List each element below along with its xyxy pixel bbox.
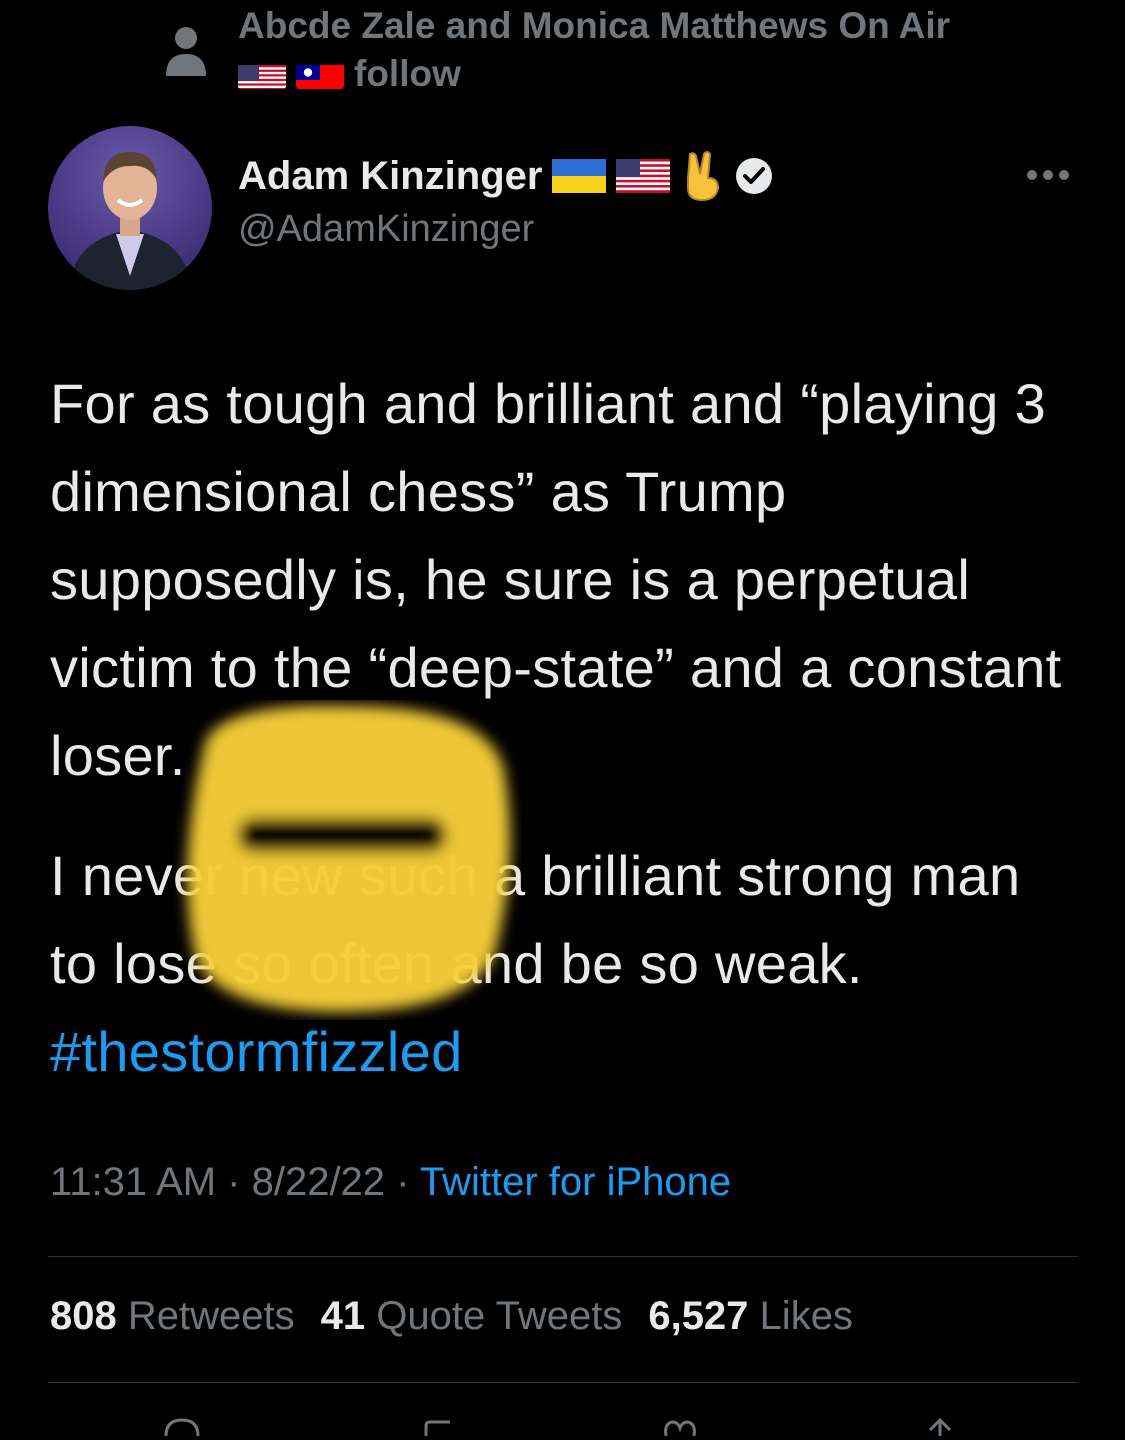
tweet-meta: 11:31 AM · 8/22/22 · Twitter for iPhone bbox=[50, 1160, 731, 1205]
retweets-count: 808 bbox=[50, 1294, 117, 1338]
hashtag-link[interactable]: #thestormfizzled bbox=[50, 1020, 463, 1083]
us-flag-icon bbox=[238, 59, 286, 89]
likes-stat[interactable]: 6,527 Likes bbox=[648, 1294, 853, 1339]
author-handle[interactable]: @AdamKinzinger bbox=[238, 208, 774, 251]
ukraine-flag-icon bbox=[552, 159, 607, 193]
tweet-text: For as tough and brilliant and “playing … bbox=[50, 360, 1070, 1096]
victory-hand-icon bbox=[687, 151, 720, 202]
tweet-paragraph-1: For as tough and brilliant and “playing … bbox=[50, 372, 1062, 787]
divider bbox=[48, 1382, 1078, 1383]
taiwan-flag-icon bbox=[296, 59, 344, 89]
retweets-stat[interactable]: 808 Retweets bbox=[50, 1294, 295, 1339]
social-context-text: Abcde Zale and Monica Matthews On Air fo… bbox=[238, 2, 1098, 98]
quote-tweets-label: Quote Tweets bbox=[376, 1294, 623, 1338]
tweet-time[interactable]: 11:31 AM bbox=[50, 1160, 216, 1204]
retweets-label: Retweets bbox=[127, 1294, 295, 1338]
meta-separator: · bbox=[385, 1160, 420, 1204]
follow-link[interactable]: follow bbox=[354, 50, 461, 98]
avatar[interactable] bbox=[48, 126, 212, 290]
likes-label: Likes bbox=[759, 1294, 853, 1338]
tweet-source-link[interactable]: Twitter for iPhone bbox=[420, 1160, 731, 1204]
tweet-author[interactable]: Adam Kinzinger @AdamKinzinger bbox=[48, 126, 1078, 292]
retweet-icon[interactable] bbox=[420, 1416, 460, 1436]
meta-separator: · bbox=[216, 1160, 252, 1204]
person-icon bbox=[166, 27, 206, 76]
verified-badge-icon bbox=[736, 158, 773, 194]
reply-icon[interactable] bbox=[162, 1416, 202, 1436]
display-name[interactable]: Adam Kinzinger bbox=[238, 154, 542, 199]
tweet-date[interactable]: 8/22/22 bbox=[252, 1160, 385, 1204]
more-options-icon[interactable] bbox=[1026, 168, 1070, 182]
like-icon[interactable] bbox=[660, 1416, 700, 1436]
divider bbox=[48, 1256, 1078, 1257]
quote-tweets-count: 41 bbox=[320, 1294, 366, 1338]
action-bar bbox=[48, 1400, 1078, 1440]
likes-count: 6,527 bbox=[648, 1294, 749, 1338]
quote-tweets-stat[interactable]: 41 Quote Tweets bbox=[321, 1294, 623, 1339]
us-flag-icon bbox=[616, 159, 671, 193]
social-context[interactable]: Abcde Zale and Monica Matthews On Air fo… bbox=[160, 0, 1080, 110]
tweet-stats: 808 Retweets 41 Quote Tweets 6,527 Likes bbox=[50, 1294, 853, 1339]
tweet-paragraph-2-text: I never new such a brilliant strong man … bbox=[50, 844, 1021, 995]
social-context-names: Abcde Zale and Monica Matthews On Air bbox=[238, 5, 951, 46]
tweet-paragraph-2: I never new such a brilliant strong man … bbox=[50, 832, 1070, 1096]
share-icon[interactable] bbox=[920, 1416, 960, 1436]
